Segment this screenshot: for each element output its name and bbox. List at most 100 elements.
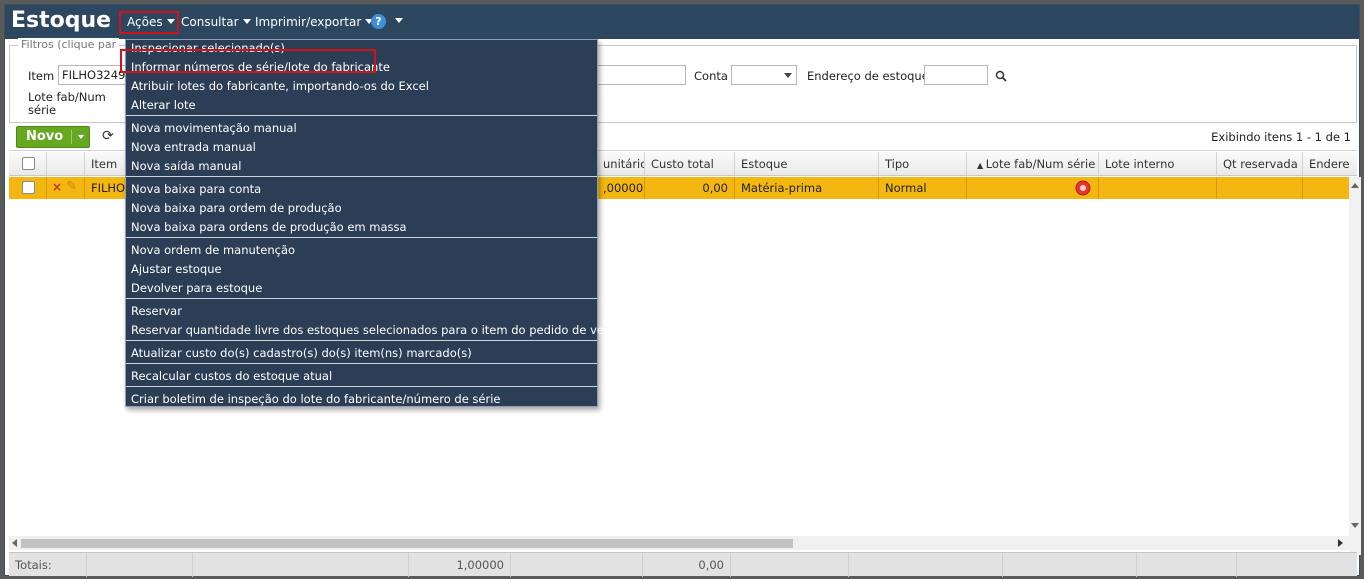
menu-item-devolver-estoque[interactable]: Devolver para estoque — [131, 281, 262, 295]
header-actions — [47, 152, 85, 176]
row-select-cell — [9, 177, 47, 199]
select-all-checkbox[interactable] — [22, 157, 35, 170]
totals-cell — [511, 553, 643, 577]
menu-item-recalcular-custos[interactable]: Recalcular custos do estoque atual — [131, 369, 332, 383]
menu-item-boletim-inspecao[interactable]: Criar boletim de inspeção do lote do fab… — [131, 392, 501, 406]
filter-input[interactable] — [596, 65, 686, 85]
header-lote-label: Lote fab/Num série — [985, 157, 1096, 171]
header-select-all — [9, 152, 47, 176]
menu-divider — [126, 363, 597, 364]
row-estoque: Matéria-prima — [735, 177, 879, 199]
header-tipo[interactable]: Tipo — [879, 152, 967, 176]
row-lote-interno — [1099, 177, 1217, 199]
endereco-input[interactable] — [924, 65, 988, 85]
menu-item-baixa-conta[interactable]: Nova baixa para conta — [131, 182, 261, 196]
menu-imprimir-label: Imprimir/exportar — [255, 15, 362, 29]
item-filter-label: Item — [28, 69, 55, 83]
menu-item-alterar-lote[interactable]: Alterar lote — [131, 98, 196, 112]
lote-label-line2: série — [28, 103, 57, 117]
divider — [71, 130, 72, 144]
edit-pencil-icon[interactable]: ✎ — [66, 179, 77, 194]
menu-divider — [126, 176, 597, 177]
header-lote[interactable]: ▲ Lote fab/Num série — [967, 152, 1099, 176]
help-menu[interactable]: ? — [371, 14, 403, 29]
menu-item-atribuir-lotes-excel[interactable]: Atribuir lotes do fabricante, importando… — [131, 79, 429, 93]
menu-divider — [126, 237, 597, 238]
conta-label: Conta — [694, 69, 728, 83]
header-endereco[interactable]: Endere — [1303, 152, 1357, 176]
menu-item-nova-entrada[interactable]: Nova entrada manual — [131, 140, 256, 154]
delete-icon[interactable]: × — [52, 180, 62, 194]
novo-button-label: Novo — [26, 129, 64, 144]
page-title: Estoque — [11, 8, 112, 33]
header-item[interactable]: Item — [85, 152, 129, 176]
menu-item-baixa-ordem[interactable]: Nova baixa para ordem de produção — [131, 201, 342, 215]
menu-item-reservar-quantidade[interactable]: Reservar quantidade livre dos estoques s… — [131, 323, 626, 337]
menu-item-atualizar-custo[interactable]: Atualizar custo do(s) cadastro(s) do(s) … — [131, 346, 472, 360]
endereco-label: Endereço de estoque — [807, 69, 929, 83]
item-count: Exibindo itens 1 - 1 de 1 — [1211, 130, 1351, 144]
highlight-box-informar — [120, 49, 376, 73]
header-unitario[interactable]: unitário — [597, 152, 645, 176]
row-checkbox[interactable] — [22, 181, 35, 194]
scroll-up-icon[interactable] — [1351, 183, 1359, 188]
menu-item-nova-saida[interactable]: Nova saída manual — [131, 159, 241, 173]
totals-qtd: 1,00000 — [409, 553, 511, 577]
item-filter-input[interactable]: FILHO3249 — [58, 65, 128, 85]
scrollbar-thumb[interactable] — [21, 539, 793, 548]
row-actions-cell: × ✎ — [47, 177, 85, 199]
serial-number-icon[interactable] — [1075, 180, 1091, 196]
totals-cell — [1137, 553, 1237, 577]
totals-bar: Totais: 1,00000 0,00 — [9, 552, 1357, 577]
app-window: Estoque Ações Consultar Imprimir/exporta… — [4, 4, 1361, 577]
row-unitario: ,00000 — [597, 177, 645, 199]
chevron-down-icon — [395, 18, 403, 23]
totals-cell — [849, 553, 1003, 577]
menu-imprimir-exportar[interactable]: Imprimir/exportar — [255, 15, 374, 29]
totals-label: Totais: — [9, 553, 87, 577]
highlight-box-acoes — [119, 11, 179, 34]
search-icon[interactable] — [995, 70, 1007, 82]
refresh-icon[interactable]: ⟳ — [102, 128, 114, 144]
conta-select[interactable] — [731, 65, 797, 85]
scroll-right-icon[interactable] — [1338, 539, 1343, 547]
menu-divider — [126, 340, 597, 341]
acoes-dropdown-menu: Inspecionar selecionado(s) Informar núme… — [125, 39, 626, 407]
menu-consultar-label: Consultar — [181, 15, 239, 29]
header-lote-interno[interactable]: Lote interno — [1099, 152, 1217, 176]
menu-consultar[interactable]: Consultar — [181, 15, 251, 29]
horizontal-scrollbar[interactable] — [9, 536, 1349, 550]
title-bar: Estoque Ações Consultar Imprimir/exporta… — [5, 5, 1359, 39]
header-estoque[interactable]: Estoque — [735, 152, 879, 176]
lote-label-line1: Lote fab/Num — [28, 90, 106, 104]
filters-legend[interactable]: Filtros (clique par — [18, 38, 120, 51]
row-item: FILHO — [85, 177, 129, 199]
menu-item-reservar[interactable]: Reservar — [131, 304, 182, 318]
menu-divider — [126, 115, 597, 116]
totals-cell — [1003, 553, 1137, 577]
chevron-down-icon — [242, 19, 251, 24]
totals-cell — [1237, 553, 1357, 577]
row-tipo: Normal — [879, 177, 967, 199]
help-icon: ? — [371, 14, 386, 29]
vertical-scrollbar[interactable] — [1349, 177, 1361, 555]
header-custo-total[interactable]: Custo total — [645, 152, 735, 176]
totals-cell — [731, 553, 849, 577]
totals-cell — [87, 553, 193, 577]
menu-item-baixa-massa[interactable]: Nova baixa para ordens de produção em ma… — [131, 220, 407, 234]
chevron-down-icon[interactable] — [78, 135, 84, 139]
menu-item-ajustar-estoque[interactable]: Ajustar estoque — [131, 262, 222, 276]
row-lote — [967, 177, 1099, 199]
row-custo-total: 0,00 — [645, 177, 735, 199]
scroll-left-icon[interactable] — [12, 539, 17, 547]
header-qt-reservada[interactable]: Qt reservada — [1217, 152, 1303, 176]
menu-item-nova-movimentacao[interactable]: Nova movimentação manual — [131, 121, 297, 135]
menu-item-ordem-manutencao[interactable]: Nova ordem de manutenção — [131, 243, 295, 257]
sort-asc-icon: ▲ — [977, 161, 986, 170]
novo-button[interactable]: Novo — [16, 126, 90, 148]
menu-divider — [126, 386, 597, 387]
scroll-down-icon[interactable] — [1351, 523, 1359, 528]
totals-custo: 0,00 — [643, 553, 731, 577]
row-endereco — [1303, 177, 1349, 199]
menu-divider — [126, 298, 597, 299]
